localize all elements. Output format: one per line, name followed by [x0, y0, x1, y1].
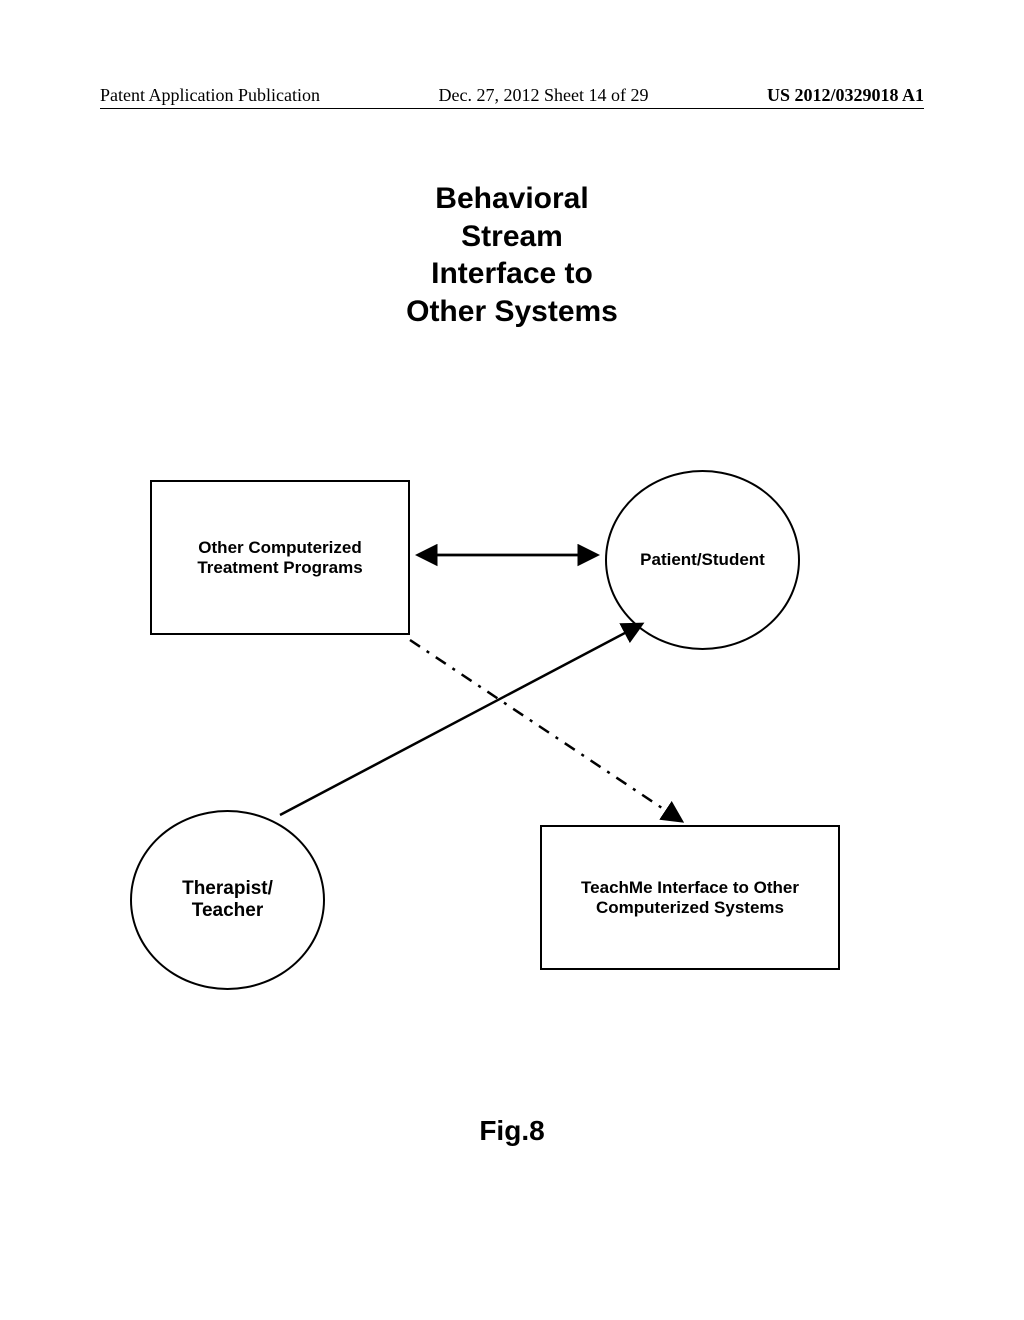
- box1-text-line1: Other Computerized: [197, 538, 362, 558]
- box1-text-line2: Treatment Programs: [197, 558, 362, 578]
- title-line-3: Interface to: [0, 255, 1024, 293]
- circle2-text-line2: Teacher: [182, 900, 273, 922]
- header-patent-number: US 2012/0329018 A1: [767, 85, 924, 106]
- circle1-text: Patient/Student: [640, 550, 765, 570]
- diagram-canvas: Other Computerized Treatment Programs Pa…: [110, 440, 910, 1020]
- circle-patient-student: Patient/Student: [605, 470, 800, 650]
- page-header: Patent Application Publication Dec. 27, …: [0, 85, 1024, 106]
- circle2-text-line1: Therapist/: [182, 878, 273, 900]
- header-publication: Patent Application Publication: [100, 85, 320, 106]
- box2-text-line1: TeachMe Interface to Other: [581, 878, 799, 898]
- title-line-4: Other Systems: [0, 293, 1024, 331]
- box-teachme-interface: TeachMe Interface to Other Computerized …: [540, 825, 840, 970]
- diagram-title: Behavioral Stream Interface to Other Sys…: [0, 180, 1024, 330]
- box2-text-line2: Computerized Systems: [581, 898, 799, 918]
- box-other-programs: Other Computerized Treatment Programs: [150, 480, 410, 635]
- title-line-2: Stream: [0, 218, 1024, 256]
- header-rule: [100, 108, 924, 109]
- title-line-1: Behavioral: [0, 180, 1024, 218]
- circle-therapist-teacher: Therapist/ Teacher: [130, 810, 325, 990]
- figure-label: Fig.8: [0, 1115, 1024, 1147]
- header-date-sheet: Dec. 27, 2012 Sheet 14 of 29: [438, 85, 648, 106]
